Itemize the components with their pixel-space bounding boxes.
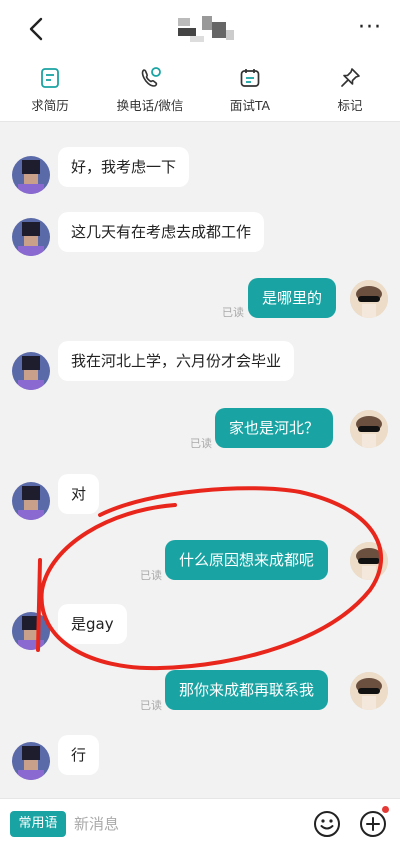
calendar-icon <box>240 69 260 87</box>
pin-icon <box>341 68 360 87</box>
message-bubble-received[interactable]: 这几天有在考虑去成都工作 <box>58 212 265 252</box>
contact-avatar[interactable] <box>12 612 50 650</box>
contact-avatar[interactable] <box>12 156 50 194</box>
quick-actions-bar: 求简历 换电话/微信 面试TA 标记 <box>0 58 400 122</box>
interview-button[interactable]: 面试TA <box>200 58 300 121</box>
message-bubble-sent[interactable]: 什么原因想来成都呢 <box>165 540 329 580</box>
message-bubble-sent[interactable]: 那你来成都再联系我 <box>165 670 329 710</box>
my-avatar[interactable] <box>350 672 388 710</box>
my-avatar[interactable] <box>350 410 388 448</box>
read-receipt: 已读 <box>140 569 162 582</box>
emoji-icon[interactable] <box>312 809 342 839</box>
request-resume-button[interactable]: 求简历 <box>0 58 100 121</box>
common-phrases-button[interactable]: 常用语 <box>10 811 66 837</box>
message-bubble-sent[interactable]: 家也是河北？ <box>215 408 334 448</box>
action-label: 求简历 <box>31 98 69 113</box>
my-avatar[interactable] <box>350 542 388 580</box>
message-bubble-received[interactable]: 好，我考虑一下 <box>58 147 190 187</box>
phone-wechat-icon <box>141 67 161 87</box>
notification-dot <box>382 806 389 813</box>
top-bar: ··· <box>0 0 400 58</box>
message-bubble-received[interactable]: 我在河北上学，六月份才会毕业 <box>58 341 295 381</box>
exchange-contact-button[interactable]: 换电话/微信 <box>100 58 200 121</box>
contact-name-blurred <box>178 16 234 42</box>
action-label: 面试TA <box>229 98 271 113</box>
message-bubble-received[interactable]: 对 <box>58 474 100 514</box>
add-more-icon[interactable] <box>358 809 388 839</box>
more-options-button[interactable]: ··· <box>358 17 382 39</box>
mark-button[interactable]: 标记 <box>300 58 400 121</box>
message-bubble-received[interactable]: 行 <box>58 735 100 775</box>
action-label: 换电话/微信 <box>116 98 184 113</box>
read-receipt: 已读 <box>222 306 244 319</box>
contact-avatar[interactable] <box>12 742 50 780</box>
contact-avatar[interactable] <box>12 352 50 390</box>
composer-bar: 常用语 <box>0 798 400 851</box>
contact-avatar[interactable] <box>12 482 50 520</box>
message-bubble-received[interactable]: 是gay <box>58 604 127 644</box>
message-bubble-sent[interactable]: 是哪里的 <box>248 278 337 318</box>
action-label: 标记 <box>337 98 363 113</box>
my-avatar[interactable] <box>350 280 388 318</box>
read-receipt: 已读 <box>190 437 212 450</box>
message-input[interactable] <box>74 811 294 837</box>
resume-icon <box>41 68 59 88</box>
back-arrow-icon[interactable] <box>22 14 52 44</box>
read-receipt: 已读 <box>140 699 162 712</box>
chat-area[interactable]: 好，我考虑一下 这几天有在考虑去成都工作 已读 是哪里的 我在河北上学，六月份才… <box>0 122 400 798</box>
contact-avatar[interactable] <box>12 218 50 256</box>
